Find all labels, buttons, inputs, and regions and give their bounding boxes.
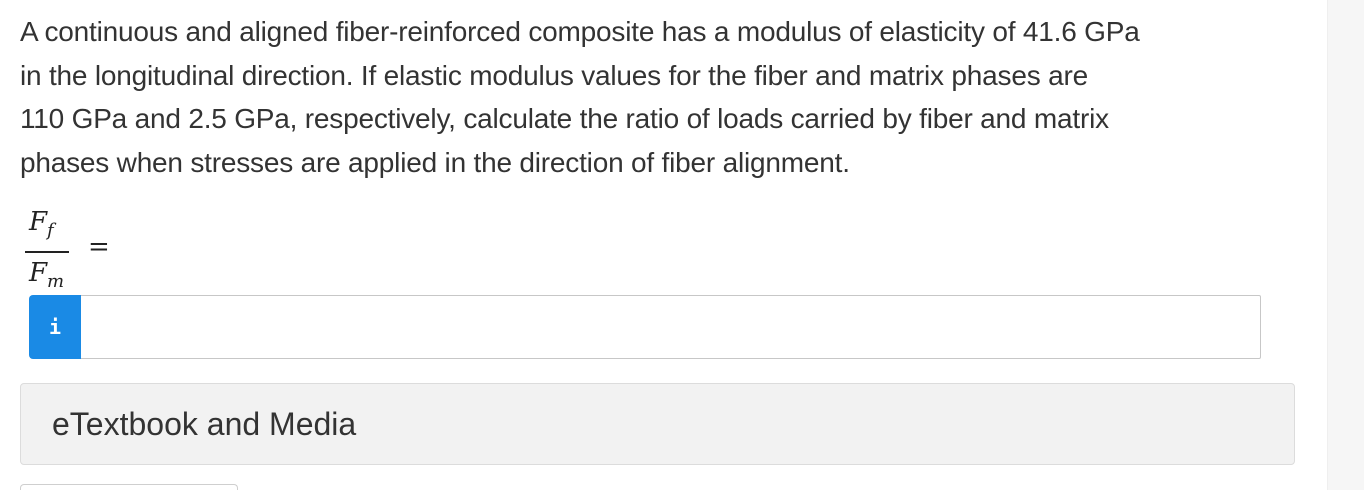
- answer-row: i: [29, 295, 1261, 359]
- question-line-2: in the longitudinal direction. If elasti…: [20, 59, 1088, 91]
- equals-sign: =: [88, 232, 110, 262]
- info-icon: i: [48, 315, 62, 339]
- answer-input[interactable]: [81, 295, 1261, 359]
- next-panel-edge: [20, 484, 238, 490]
- load-ratio-fraction: Ff Fm: [25, 208, 75, 296]
- question-line-3: 110 GPa and 2.5 GPa, respectively, calcu…: [20, 103, 1109, 134]
- scrollbar-track[interactable]: [1327, 0, 1364, 490]
- question-text: A continuous and aligned fiber-reinforce…: [20, 10, 1320, 184]
- numerator-subscript: f: [47, 220, 54, 241]
- fraction-numerator: Ff: [29, 207, 54, 241]
- question-line-1: A continuous and aligned fiber-reinforce…: [20, 16, 1140, 47]
- fraction-bar: [25, 251, 69, 253]
- etextbook-and-media-label: eTextbook and Media: [52, 405, 357, 442]
- fraction-denominator: Fm: [29, 258, 65, 292]
- etextbook-and-media-panel[interactable]: eTextbook and Media: [20, 383, 1295, 465]
- info-button[interactable]: i: [29, 295, 81, 359]
- question-line-4: phases when stresses are applied in the …: [20, 146, 850, 178]
- denominator-subscript: m: [47, 271, 65, 292]
